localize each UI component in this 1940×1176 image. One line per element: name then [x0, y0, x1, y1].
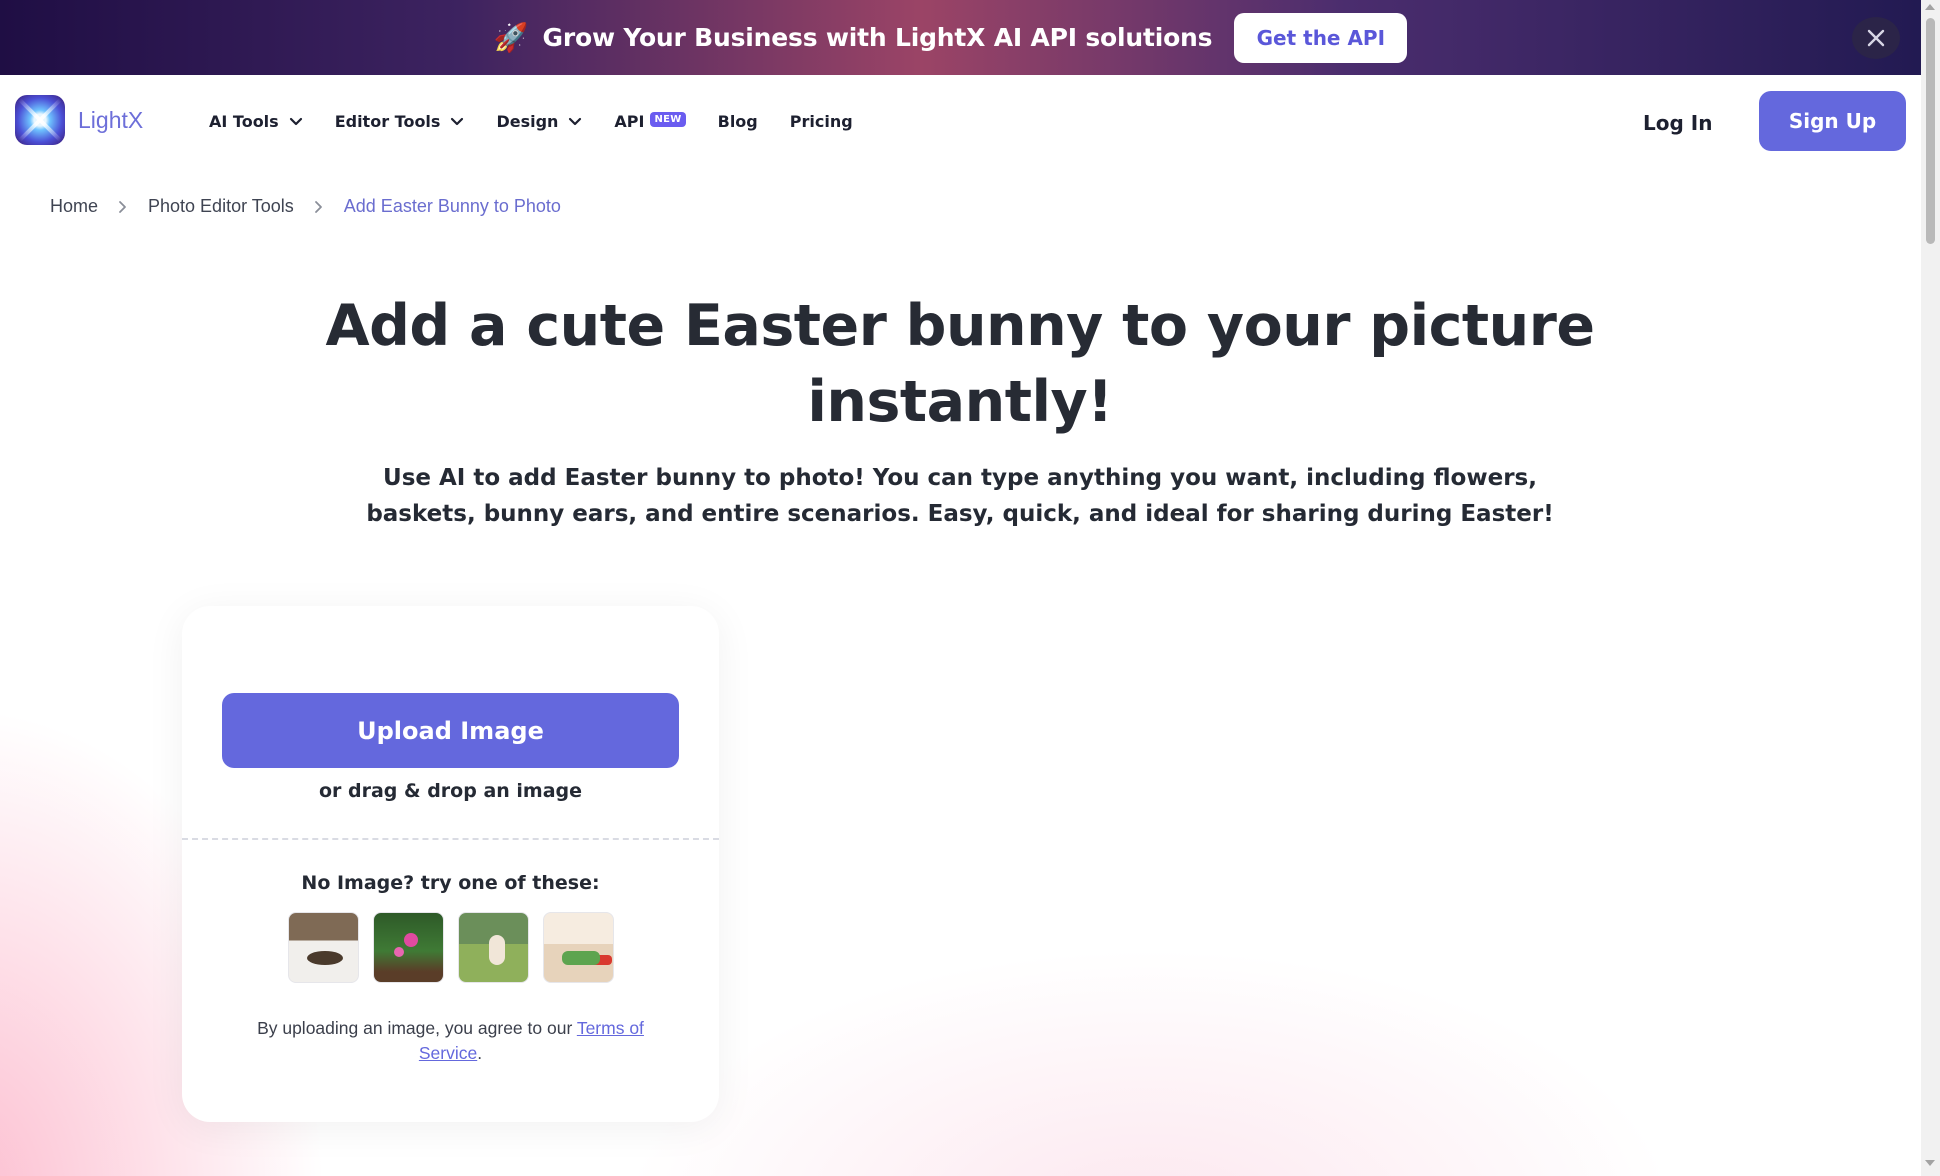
chevron-right-icon — [118, 200, 128, 214]
chevron-down-icon — [568, 114, 582, 128]
sample-image-thumbnail[interactable] — [458, 912, 529, 983]
close-icon[interactable] — [1852, 17, 1900, 59]
breadcrumb-home[interactable]: Home — [50, 196, 98, 217]
logo-text: LightX — [78, 106, 144, 133]
login-link[interactable]: Log In — [1643, 111, 1712, 135]
upload-card[interactable]: Upload Image or drag & drop an image No … — [182, 606, 719, 1122]
terms-prefix: By uploading an image, you agree to our — [257, 1018, 577, 1038]
divider — [182, 838, 719, 840]
sample-images-label: No Image? try one of these: — [301, 872, 600, 894]
promo-banner: 🚀 Grow Your Business with LightX AI API … — [0, 0, 1921, 75]
signup-button[interactable]: Sign Up — [1759, 91, 1906, 151]
breadcrumb-photo-editor-tools[interactable]: Photo Editor Tools — [148, 196, 294, 217]
scrollbar-thumb[interactable] — [1926, 18, 1935, 244]
scroll-up-arrow-icon[interactable] — [1925, 4, 1935, 10]
sample-images — [288, 912, 628, 983]
scroll-down-arrow-icon[interactable] — [1925, 1160, 1935, 1166]
sample-image-thumbnail[interactable] — [288, 912, 359, 983]
breadcrumb-current: Add Easter Bunny to Photo — [343, 196, 561, 216]
page-title: Add a cute Easter bunny to your picture … — [325, 293, 1595, 435]
menu-label: Editor Tools — [334, 111, 441, 131]
page-scrollbar[interactable] — [1921, 0, 1940, 1176]
menu-label: Pricing — [789, 111, 853, 131]
menu-ai-tools[interactable]: AI Tools — [209, 105, 303, 137]
main-menu: AI Tools Editor Tools Design API NEW Blo… — [209, 105, 885, 137]
menu-label: API — [614, 111, 645, 131]
menu-label: Blog — [717, 111, 758, 131]
new-badge: NEW — [650, 111, 686, 127]
logo[interactable]: LightX — [15, 95, 143, 145]
breadcrumb: Home Photo Editor Tools Add Easter Bunny… — [50, 196, 561, 217]
menu-label: Design — [496, 111, 559, 131]
chevron-down-icon — [450, 114, 464, 128]
get-api-button[interactable]: Get the API — [1234, 12, 1408, 63]
menu-label: AI Tools — [209, 111, 279, 131]
menu-api[interactable]: API NEW — [614, 105, 686, 137]
sample-image-thumbnail[interactable] — [373, 912, 444, 983]
promo-content: 🚀 Grow Your Business with LightX AI API … — [493, 12, 1408, 63]
menu-pricing[interactable]: Pricing — [790, 105, 853, 137]
lightx-logo-icon — [15, 95, 65, 145]
menu-editor-tools[interactable]: Editor Tools — [335, 105, 465, 137]
chevron-right-icon — [314, 200, 324, 214]
upload-image-button[interactable]: Upload Image — [222, 693, 679, 768]
menu-design[interactable]: Design — [496, 105, 582, 137]
top-navigation: LightX AI Tools Editor Tools Design API … — [0, 75, 1921, 167]
sample-image-thumbnail[interactable] — [543, 912, 614, 983]
drag-drop-text: or drag & drop an image — [318, 780, 583, 802]
page: 🚀 Grow Your Business with LightX AI API … — [0, 0, 1921, 1176]
terms-suffix: . — [477, 1043, 483, 1063]
chevron-down-icon — [289, 114, 303, 128]
menu-blog[interactable]: Blog — [718, 105, 758, 137]
terms-notice: By uploading an image, you agree to our … — [232, 1016, 669, 1066]
rocket-icon: 🚀 — [493, 21, 529, 54]
promo-text: Grow Your Business with LightX AI API so… — [542, 23, 1213, 52]
page-subtitle: Use AI to add Easter bunny to photo! You… — [366, 465, 1554, 527]
